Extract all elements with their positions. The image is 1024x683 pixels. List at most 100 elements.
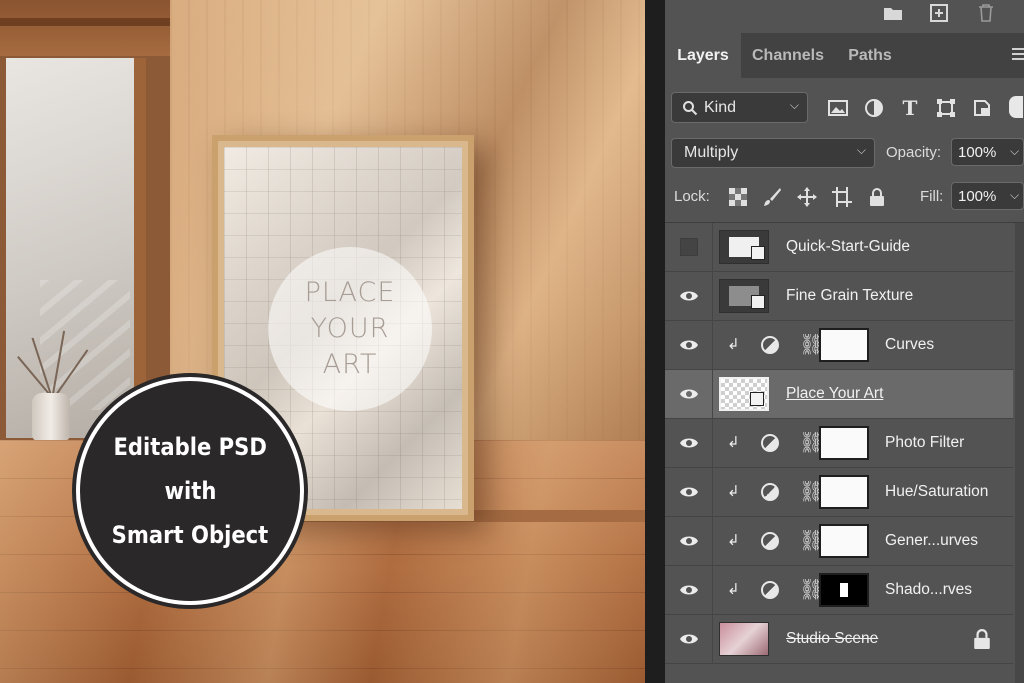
opacity-input[interactable]: 100% ⌵ xyxy=(951,138,1024,166)
blend-mode-value: Multiply xyxy=(684,144,739,161)
lock-all-icon[interactable] xyxy=(865,185,889,209)
layer-name[interactable]: Quick-Start-Guide xyxy=(786,238,910,256)
opacity-label: Opacity: xyxy=(886,144,942,161)
clipping-arrow-icon: ↲ xyxy=(727,580,740,598)
scrollbar[interactable] xyxy=(1015,223,1024,683)
panel-menu-icon[interactable] xyxy=(1012,48,1024,62)
lock-label: Lock: xyxy=(674,188,710,205)
divider xyxy=(712,566,713,615)
smart-object-badge-icon xyxy=(751,246,765,260)
eye-icon[interactable] xyxy=(679,533,699,549)
tab-paths[interactable]: Paths xyxy=(835,33,905,78)
layer-row[interactable]: ↲ ⛓ Shado...rves xyxy=(665,566,1013,615)
ceiling-beam xyxy=(0,0,170,56)
layer-thumbnail xyxy=(719,622,769,656)
layer-row[interactable]: Quick-Start-Guide xyxy=(665,223,1013,272)
layer-mask-thumbnail[interactable] xyxy=(819,573,869,607)
smart-object-badge-icon xyxy=(751,295,765,309)
adjustment-layer-icon xyxy=(761,483,779,501)
search-icon xyxy=(683,100,698,115)
folder-icon[interactable] xyxy=(882,3,904,23)
layer-thumbnail xyxy=(719,230,769,264)
divider xyxy=(712,419,713,468)
clipping-arrow-icon: ↲ xyxy=(727,433,740,451)
adjustment-layer-icon xyxy=(761,434,779,452)
shape-filter-icon[interactable] xyxy=(934,96,958,120)
divider xyxy=(712,272,713,321)
art-text-line: YOUR xyxy=(310,313,390,344)
fill-input[interactable]: 100% ⌵ xyxy=(951,182,1024,210)
fill-value: 100% xyxy=(958,187,997,205)
layer-filter-row: Kind ⌵ T xyxy=(671,92,1023,124)
eye-icon[interactable] xyxy=(679,631,699,647)
opacity-value: 100% xyxy=(958,143,997,161)
eye-icon[interactable] xyxy=(679,337,699,353)
fill-label: Fill: xyxy=(920,188,944,205)
layer-row[interactable]: ↲ ⛓ Photo Filter xyxy=(665,419,1013,468)
layer-name[interactable]: Photo Filter xyxy=(885,434,964,452)
lock-icon[interactable] xyxy=(973,629,991,649)
smart-object-filter-icon[interactable] xyxy=(970,96,994,120)
filter-toggle-switch[interactable] xyxy=(1009,96,1023,118)
layer-mask-thumbnail[interactable] xyxy=(819,524,869,558)
art-text-line: PLACE xyxy=(304,277,396,308)
eye-icon[interactable] xyxy=(679,386,699,402)
layer-name[interactable]: Shado...rves xyxy=(885,581,972,599)
lock-row: Lock: Fill: 100% ⌵ xyxy=(671,182,1024,212)
visibility-toggle-off[interactable] xyxy=(680,238,698,256)
smart-object-badge-icon xyxy=(750,392,764,406)
layer-mask-thumbnail[interactable] xyxy=(819,426,869,460)
filter-kind-select[interactable]: Kind ⌵ xyxy=(671,92,808,123)
layer-name[interactable]: Gener...urves xyxy=(885,532,978,550)
promo-badge: Editable PSD with Smart Object xyxy=(76,377,304,605)
clipping-arrow-icon: ↲ xyxy=(727,531,740,549)
chevron-down-icon[interactable]: ⌵ xyxy=(1010,188,1019,203)
layer-row-selected[interactable]: Place Your Art xyxy=(665,370,1013,419)
adjustment-layer-icon xyxy=(761,581,779,599)
divider xyxy=(712,321,713,370)
move-icon[interactable] xyxy=(795,185,819,209)
blend-mode-select[interactable]: Multiply ⌵ xyxy=(671,138,875,168)
badge-text-line: Smart Object xyxy=(111,521,269,549)
layer-row[interactable]: ↲ ⛓ Gener...urves xyxy=(665,517,1013,566)
type-filter-icon[interactable]: T xyxy=(898,96,922,120)
tab-channels[interactable]: Channels xyxy=(741,33,835,78)
chevron-down-icon: ⌵ xyxy=(856,143,866,157)
layer-name[interactable]: Hue/Saturation xyxy=(885,483,988,501)
lock-transparent-pixels-icon[interactable] xyxy=(726,185,750,209)
clipping-arrow-icon: ↲ xyxy=(727,335,740,353)
layer-row[interactable]: ↲ ⛓ Curves xyxy=(665,321,1013,370)
layer-row[interactable]: Fine Grain Texture xyxy=(665,272,1013,321)
layer-name[interactable]: Place Your Art xyxy=(786,385,883,403)
layer-thumbnail xyxy=(719,377,769,411)
layer-name[interactable]: Curves xyxy=(885,336,934,354)
eye-icon[interactable] xyxy=(679,288,699,304)
trash-icon[interactable] xyxy=(975,3,997,23)
layer-mask-thumbnail[interactable] xyxy=(819,475,869,509)
panel-tabs: Layers Channels Paths xyxy=(665,33,1024,78)
adjustment-filter-icon[interactable] xyxy=(862,96,886,120)
eye-icon[interactable] xyxy=(679,435,699,451)
divider xyxy=(712,223,713,272)
layer-name[interactable]: Fine Grain Texture xyxy=(786,287,913,305)
layers-panel: Layers Channels Paths Kind ⌵ T Multiply … xyxy=(665,0,1024,683)
eye-icon[interactable] xyxy=(679,582,699,598)
image-filter-icon[interactable] xyxy=(826,96,850,120)
layer-row[interactable]: ↲ ⛓ Hue/Saturation xyxy=(665,468,1013,517)
art-placeholder-circle: PLACE YOUR ART xyxy=(268,247,432,411)
art-text-line: ART xyxy=(322,349,378,380)
clipping-arrow-icon: ↲ xyxy=(727,482,740,500)
panel-gutter xyxy=(645,0,665,683)
layer-name[interactable]: Studio Scene xyxy=(786,630,878,648)
layer-mask-thumbnail[interactable] xyxy=(819,328,869,362)
tab-layers[interactable]: Layers xyxy=(665,33,741,78)
brush-icon[interactable] xyxy=(760,185,784,209)
new-layer-icon[interactable] xyxy=(928,3,950,23)
layer-row[interactable]: Studio Scene xyxy=(665,615,1013,664)
divider xyxy=(712,517,713,566)
chevron-down-icon: ⌵ xyxy=(789,98,799,112)
badge-text-line: with xyxy=(164,477,216,505)
chevron-down-icon[interactable]: ⌵ xyxy=(1010,144,1019,159)
eye-icon[interactable] xyxy=(679,484,699,500)
artboard-lock-icon[interactable] xyxy=(830,185,854,209)
